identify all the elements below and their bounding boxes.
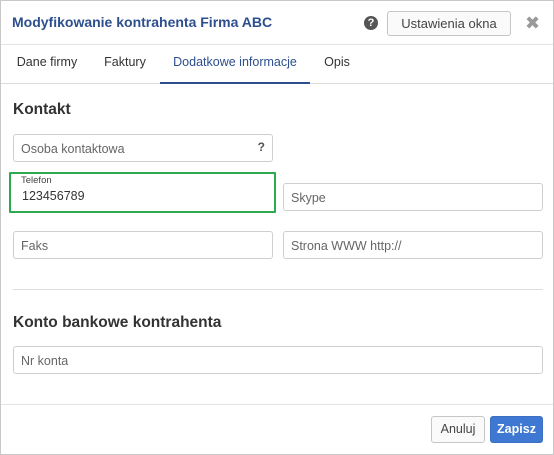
- website-placeholder: Strona WWW http://: [291, 239, 402, 253]
- website-field[interactable]: Strona WWW http://: [283, 231, 543, 259]
- contact-section-title: Kontakt: [13, 101, 71, 118]
- phone-label: Telefon: [21, 175, 52, 186]
- dialog-title: Modyfikowanie kontrahenta Firma ABC: [12, 14, 273, 30]
- account-number-field[interactable]: Nr konta: [13, 346, 543, 374]
- footer-divider: [1, 404, 553, 405]
- contractor-dialog: Modyfikowanie kontrahenta Firma ABC ? Us…: [0, 0, 554, 455]
- window-settings-button[interactable]: Ustawienia okna: [387, 11, 511, 36]
- save-button[interactable]: Zapisz: [490, 416, 543, 443]
- section-divider: [13, 289, 543, 290]
- cancel-button[interactable]: Anuluj: [431, 416, 485, 443]
- fax-placeholder: Faks: [21, 239, 49, 253]
- close-icon[interactable]: ✖: [525, 13, 540, 33]
- dialog-header: Modyfikowanie kontrahenta Firma ABC ? Us…: [1, 1, 553, 45]
- help-icon[interactable]: ?: [364, 16, 378, 30]
- tab-invoices[interactable]: Faktury: [96, 46, 154, 84]
- skype-field[interactable]: Skype: [283, 183, 543, 211]
- tab-bar: Dane firmy Faktury Dodatkowe informacje …: [1, 46, 553, 84]
- fax-field[interactable]: Faks: [13, 231, 273, 259]
- question-icon[interactable]: ?: [258, 140, 265, 154]
- phone-field[interactable]: Telefon 123456789: [9, 172, 276, 213]
- account-number-placeholder: Nr konta: [21, 354, 69, 368]
- phone-value: 123456789: [22, 189, 85, 203]
- tab-description[interactable]: Opis: [316, 46, 358, 84]
- tab-additional-info[interactable]: Dodatkowe informacje: [160, 46, 310, 84]
- tab-company-data[interactable]: Dane firmy: [9, 46, 85, 84]
- contact-person-field[interactable]: Osoba kontaktowa ?: [13, 134, 273, 162]
- contact-person-placeholder: Osoba kontaktowa: [21, 142, 125, 156]
- bank-section-title: Konto bankowe kontrahenta: [13, 314, 222, 331]
- skype-placeholder: Skype: [291, 191, 326, 205]
